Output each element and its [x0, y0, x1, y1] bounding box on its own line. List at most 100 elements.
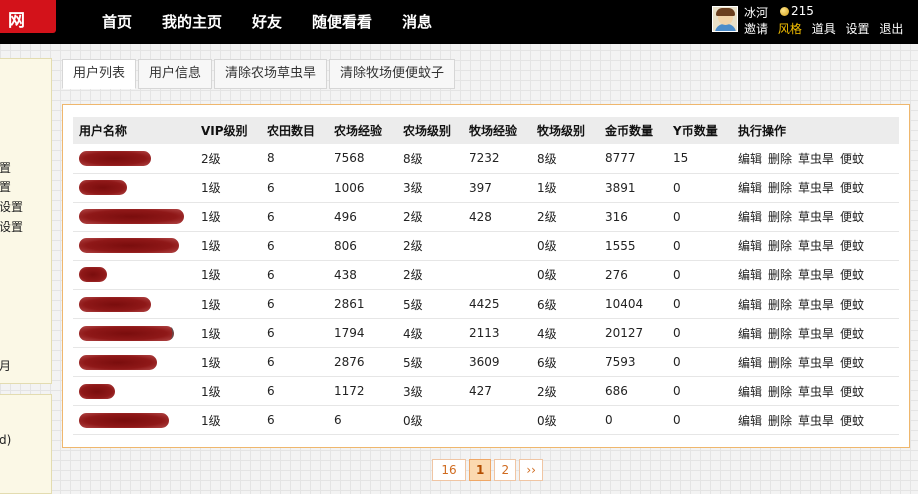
edit-button[interactable]: 编辑 — [738, 327, 762, 341]
style-link[interactable]: 风格 — [778, 22, 802, 36]
col-header-gold: 金币数量 — [599, 117, 667, 144]
farm-level-cell: 2级 — [397, 260, 463, 290]
clear-dung-button[interactable]: 便蚊 — [840, 268, 864, 282]
delete-button[interactable]: 删除 — [768, 181, 792, 195]
farm-level-cell: 5级 — [397, 347, 463, 378]
page-last-button[interactable]: 16 — [432, 459, 466, 481]
col-header-farm-exp: 农场经验 — [328, 117, 397, 144]
field-count-cell: 6 — [261, 231, 328, 261]
ycoin-amount-cell: 0 — [667, 318, 732, 349]
edit-button[interactable]: 编辑 — [738, 152, 762, 166]
clear-weeds-button[interactable]: 草虫旱 — [798, 385, 834, 399]
page-next-button[interactable]: ›› — [519, 459, 543, 481]
items-link[interactable]: 道具 — [812, 22, 836, 36]
sidebar-item[interactable]: 月 — [0, 357, 11, 374]
clear-weeds-button[interactable]: 草虫旱 — [798, 327, 834, 341]
clear-weeds-button[interactable]: 草虫旱 — [798, 239, 834, 253]
page-1-button[interactable]: 1 — [469, 459, 492, 481]
field-count-cell: 6 — [261, 202, 328, 232]
nav-home[interactable]: 首页 — [102, 0, 132, 44]
invite-link[interactable]: 邀请 — [744, 22, 768, 36]
clear-weeds-button[interactable]: 草虫旱 — [798, 268, 834, 282]
gold-amount-cell: 1555 — [599, 231, 667, 261]
edit-button[interactable]: 编辑 — [738, 414, 762, 428]
clear-weeds-button[interactable]: 草虫旱 — [798, 298, 834, 312]
delete-button[interactable]: 删除 — [768, 239, 792, 253]
tab-clear-farm[interactable]: 清除农场草虫旱 — [214, 59, 328, 89]
redacted-username — [79, 296, 151, 312]
edit-button[interactable]: 编辑 — [738, 268, 762, 282]
user-list-panel: 用户名称 VIP级别 农田数目 农场经验 农场级别 牧场经验 牧场级别 金币数量… — [62, 104, 910, 448]
page-2-button[interactable]: 2 — [494, 459, 517, 481]
edit-button[interactable]: 编辑 — [738, 181, 762, 195]
sidebar-item[interactable]: 置 — [0, 178, 11, 195]
avatar-body — [715, 24, 736, 31]
edit-button[interactable]: 编辑 — [738, 385, 762, 399]
table-row: 1级 6 1006 3级 397 1级 3891 0 编辑 删除 草虫旱 便蚊 — [73, 173, 899, 203]
clear-dung-button[interactable]: 便蚊 — [840, 414, 864, 428]
col-header-farm-level: 农场级别 — [397, 117, 463, 144]
tab-user-info[interactable]: 用户信息 — [138, 59, 213, 89]
sidebar-item[interactable]: 置 — [0, 159, 11, 176]
edit-button[interactable]: 编辑 — [738, 210, 762, 224]
delete-button[interactable]: 删除 — [768, 385, 792, 399]
actions-cell: 编辑 删除 草虫旱 便蚊 — [732, 376, 899, 407]
delete-button[interactable]: 删除 — [768, 210, 792, 224]
ranch-level-cell: 0级 — [531, 231, 599, 261]
actions-cell: 编辑 删除 草虫旱 便蚊 — [732, 173, 899, 203]
delete-button[interactable]: 删除 — [768, 356, 792, 370]
clear-dung-button[interactable]: 便蚊 — [840, 356, 864, 370]
site-logo[interactable]: 网 — [0, 0, 56, 33]
tab-clear-ranch[interactable]: 清除牧场便便蚊子 — [329, 59, 456, 89]
clear-dung-button[interactable]: 便蚊 — [840, 327, 864, 341]
delete-button[interactable]: 删除 — [768, 414, 792, 428]
clear-weeds-button[interactable]: 草虫旱 — [798, 210, 834, 224]
sidebar-item[interactable]: 设置 — [0, 198, 23, 215]
delete-button[interactable]: 删除 — [768, 152, 792, 166]
clear-weeds-button[interactable]: 草虫旱 — [798, 356, 834, 370]
clear-dung-button[interactable]: 便蚊 — [840, 298, 864, 312]
ranch-level-cell: 8级 — [531, 144, 599, 174]
clear-dung-button[interactable]: 便蚊 — [840, 385, 864, 399]
ycoin-amount-cell: 0 — [667, 347, 732, 378]
edit-button[interactable]: 编辑 — [738, 239, 762, 253]
edit-button[interactable]: 编辑 — [738, 356, 762, 370]
edit-button[interactable]: 编辑 — [738, 298, 762, 312]
tab-user-list[interactable]: 用户列表 — [62, 59, 137, 89]
delete-button[interactable]: 删除 — [768, 268, 792, 282]
clear-weeds-button[interactable]: 草虫旱 — [798, 414, 834, 428]
logout-link[interactable]: 退出 — [879, 22, 903, 36]
nav-browse[interactable]: 随便看看 — [312, 0, 372, 44]
user-table: 用户名称 VIP级别 农田数目 农场经验 农场级别 牧场经验 牧场级别 金币数量… — [73, 117, 899, 436]
farm-exp-cell: 438 — [328, 260, 397, 290]
gold-amount-cell: 686 — [599, 376, 667, 407]
vip-level-cell: 1级 — [195, 173, 261, 203]
clear-dung-button[interactable]: 便蚊 — [840, 181, 864, 195]
ranch-exp-cell: 428 — [463, 202, 531, 232]
nav-friends[interactable]: 好友 — [252, 0, 282, 44]
table-row: 1级 6 438 2级 0级 276 0 编辑 删除 草虫旱 便蚊 — [73, 260, 899, 290]
clear-weeds-button[interactable]: 草虫旱 — [798, 152, 834, 166]
delete-button[interactable]: 删除 — [768, 298, 792, 312]
field-count-cell: 6 — [261, 260, 328, 290]
avatar[interactable] — [712, 6, 738, 32]
clear-weeds-button[interactable]: 草虫旱 — [798, 181, 834, 195]
vip-level-cell: 1级 — [195, 202, 261, 232]
sidebar-item[interactable]: 设置 — [0, 218, 23, 235]
nav-messages[interactable]: 消息 — [402, 0, 432, 44]
sidebar-item[interactable]: d) — [0, 433, 11, 447]
clear-dung-button[interactable]: 便蚊 — [840, 210, 864, 224]
clear-dung-button[interactable]: 便蚊 — [840, 152, 864, 166]
col-header-actions: 执行操作 — [732, 117, 899, 144]
actions-cell: 编辑 删除 草虫旱 便蚊 — [732, 405, 899, 436]
username[interactable]: 冰河 — [744, 4, 768, 21]
vip-level-cell: 1级 — [195, 318, 261, 349]
nav-my-homepage[interactable]: 我的主页 — [162, 0, 222, 44]
delete-button[interactable]: 删除 — [768, 327, 792, 341]
settings-link[interactable]: 设置 — [846, 22, 870, 36]
field-count-cell: 6 — [261, 289, 328, 320]
clear-dung-button[interactable]: 便蚊 — [840, 239, 864, 253]
redacted-username — [79, 209, 184, 225]
farm-level-cell: 8级 — [397, 144, 463, 174]
gold-amount-cell: 8777 — [599, 144, 667, 174]
